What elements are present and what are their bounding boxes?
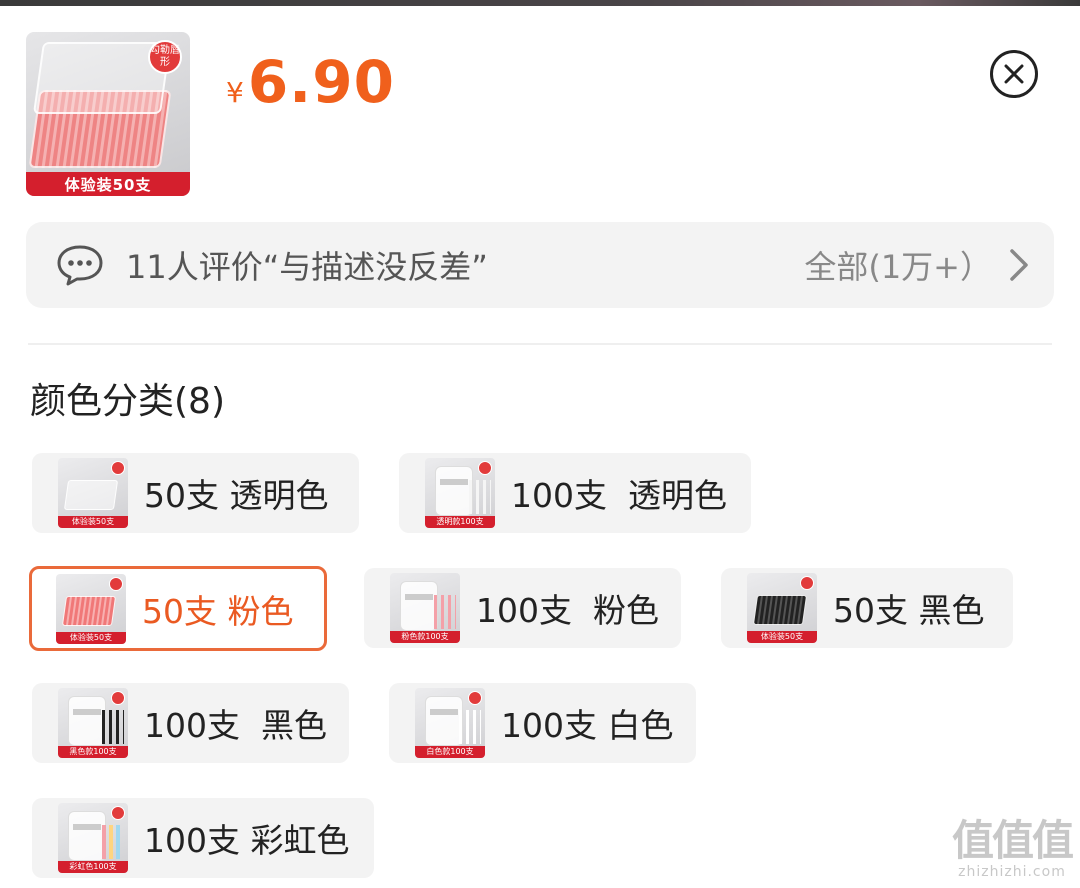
variant-label: 100支 白色 — [501, 706, 674, 745]
variant-option[interactable]: 透明款100支 100支 透明色 — [399, 453, 751, 533]
variant-thumb-tag: 体验装50支 — [58, 516, 128, 528]
top-edge-strip — [0, 0, 1080, 6]
watermark-url: zhizhizhi.com — [958, 864, 1066, 880]
variant-label: 100支 黑色 — [144, 706, 327, 745]
review-summary-bar[interactable]: 11人评价“与描述没反差” 全部(1万+） — [26, 222, 1054, 308]
variant-thumb-tag: 白色款100支 — [415, 746, 485, 758]
product-thumbnail[interactable]: 勾勒唇形 体验装50支 — [26, 32, 190, 196]
variant-label: 100支 粉色 — [476, 591, 659, 630]
variant-option[interactable]: 彩虹色100支 100支 彩虹色 — [32, 798, 374, 878]
variant-thumb-tag: 体验装50支 — [56, 631, 126, 644]
variant-label: 50支 透明色 — [144, 476, 329, 515]
price-currency: ¥ — [226, 76, 244, 109]
review-summary-text: 11人评价“与描述没反差” — [126, 248, 488, 286]
variant-label: 100支 彩虹色 — [144, 821, 350, 860]
variant-label: 50支 粉色 — [142, 591, 294, 631]
variant-option[interactable]: 体验装50支 50支 透明色 — [32, 453, 359, 533]
variant-thumbnail: 白色款100支 — [415, 688, 485, 758]
variant-option-selected[interactable]: 体验装50支 50支 粉色 — [29, 566, 327, 651]
variant-thumb-tag: 粉色款100支 — [390, 631, 460, 643]
variant-thumbnail: 粉色款100支 — [390, 573, 460, 643]
site-watermark: 值值值 zhizhizhi.com — [951, 816, 1074, 881]
price: ¥ 6.90 — [226, 48, 395, 116]
variant-label: 50支 黑色 — [833, 591, 985, 630]
variant-thumbnail: 黑色款100支 — [58, 688, 128, 758]
variant-option[interactable]: 黑色款100支 100支 黑色 — [32, 683, 349, 763]
variant-thumbnail: 体验装50支 — [58, 458, 128, 528]
variant-thumbnail: 彩虹色100支 — [58, 803, 128, 873]
price-value: 6.90 — [247, 48, 395, 116]
variant-option[interactable]: 体验装50支 50支 黑色 — [721, 568, 1013, 648]
product-seal: 勾勒唇形 — [148, 40, 182, 74]
variant-thumbnail: 体验装50支 — [56, 573, 126, 644]
close-icon — [1004, 64, 1024, 84]
chat-bubble-icon — [57, 245, 103, 286]
product-thumb-ribbon: 体验装50支 — [26, 172, 190, 196]
review-all-link[interactable]: 全部(1万+） — [804, 242, 992, 288]
variant-option[interactable]: 白色款100支 100支 白色 — [389, 683, 696, 763]
close-button[interactable] — [990, 50, 1038, 98]
variant-label: 100支 透明色 — [511, 476, 727, 515]
variant-thumbnail: 透明款100支 — [425, 458, 495, 528]
chevron-right-icon — [1010, 249, 1028, 281]
section-divider — [28, 343, 1052, 345]
variant-thumb-tag: 透明款100支 — [425, 516, 495, 528]
variant-thumbnail: 体验装50支 — [747, 573, 817, 643]
variant-thumb-tag: 体验装50支 — [747, 631, 817, 643]
variant-option[interactable]: 粉色款100支 100支 粉色 — [364, 568, 681, 648]
variant-thumb-tag: 彩虹色100支 — [58, 861, 128, 873]
watermark-logo: 值值值 — [951, 816, 1074, 865]
variant-section-title: 颜色分类(8) — [30, 381, 225, 422]
variant-thumb-tag: 黑色款100支 — [58, 746, 128, 758]
